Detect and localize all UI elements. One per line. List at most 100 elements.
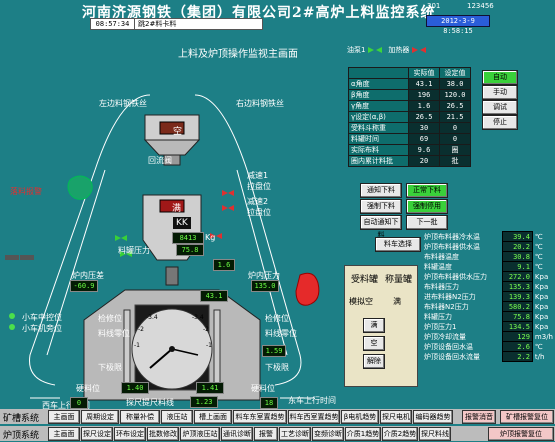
sensor-right-label: 硬料位 (251, 384, 275, 393)
bar1-button[interactable]: 主画面 (48, 410, 80, 424)
row-actual: 43.1 (408, 78, 440, 90)
set-full-button[interactable]: 满 (363, 318, 385, 333)
bar2-button[interactable]: 工艺诊断 (279, 427, 311, 441)
mid-hopper-status: 满 (172, 204, 182, 214)
row-label: γ角度 (348, 100, 409, 112)
row-actual: 20 (408, 155, 440, 167)
value-label: 料罐压力 (424, 312, 452, 321)
hopper-pressure-label: 回流阀 (148, 156, 172, 165)
bar1-button[interactable]: 液压站 (161, 410, 193, 424)
svg-text:-3.4: -3.4 (192, 314, 204, 321)
car-down-label: 小车机旁位 (22, 324, 62, 333)
value-unit: Kpa (534, 272, 549, 281)
table-row: 布料器压力 135.3 Kpa (422, 281, 555, 292)
row-set[interactable]: 0 (439, 122, 471, 134)
release-button[interactable]: 解除 (363, 354, 385, 369)
probe-value-1: 1.40 (121, 382, 149, 394)
valve-red-icon (411, 47, 426, 53)
value-cell: 139.3 (501, 291, 533, 302)
position-label: 拉盘位 (247, 182, 271, 191)
value-label: 布料器N2压力 (424, 302, 469, 311)
row-set[interactable]: 38.0 (439, 78, 471, 90)
bar2-button[interactable]: 变频诊断 (312, 427, 344, 441)
table-row: γ角度 1.6 26.5 (348, 100, 471, 112)
row-label: 实际布料 (348, 144, 409, 156)
bar1-button[interactable]: 探尺电机 (380, 410, 412, 424)
normal-lower-button[interactable]: 正常下料 (406, 183, 448, 198)
bar2-button[interactable]: 主画面 (48, 427, 80, 441)
bar2-button[interactable]: 环布设定 (114, 427, 146, 441)
header-actual: 实际值 (408, 67, 440, 79)
gauge-label-l: 检修位 (98, 314, 122, 323)
value-cell: 134.5 (501, 321, 533, 332)
value-cell: 2.2 (501, 351, 533, 362)
top-alarm-reset-button[interactable]: 炉顶报警复位 (488, 427, 554, 441)
row-set[interactable]: 120.0 (439, 89, 471, 101)
set-empty-button[interactable]: 空 (363, 336, 385, 351)
valve-green-icon (367, 47, 382, 53)
value-label: 炉顶设备回水温 (424, 342, 473, 351)
force-shutdown-button[interactable]: 强制停用 (406, 199, 448, 214)
row-label: 圈内累计料批 (348, 155, 409, 167)
bar2-button[interactable]: 炉顶液压站 (180, 427, 220, 441)
row-label: β角度 (348, 89, 409, 101)
bar2-button[interactable]: 报警 (254, 427, 278, 441)
car-up-label: 小车中控位 (22, 313, 62, 322)
kk-weight: 8413 (172, 232, 204, 244)
alarm-mute-button[interactable]: 报警消音 (462, 410, 496, 424)
mode-auto-button[interactable]: 自动 (482, 70, 518, 85)
label-301: 301 (427, 2, 441, 10)
notify-lower-button[interactable]: 通知下料 (360, 183, 402, 198)
bar1-button[interactable]: 料车西室置趋势 (288, 410, 340, 424)
value-unit: Kpa (534, 282, 549, 291)
table-row: 实际布料 9.6 圈 (348, 144, 471, 156)
value-cell: 30.8 (501, 251, 533, 262)
bar2-button[interactable]: 探尺料线 (419, 427, 451, 441)
bar2-button[interactable]: 批数修改 (147, 427, 179, 441)
table-corner (348, 67, 409, 79)
mode-stop-button[interactable]: 停止 (482, 115, 518, 130)
bar2-button[interactable]: 介质2趋势 (382, 427, 418, 441)
table-row: 炉顶压力1 134.5 Kpa (422, 321, 555, 332)
legend: 油泵1 加热器 (347, 45, 426, 55)
table-row: β角度 196 120.0 (348, 89, 471, 101)
next-batch-button[interactable]: 下一批 (406, 215, 448, 230)
cart-select-button[interactable]: 料车选择 (375, 237, 421, 252)
top-hopper-status: 空 (173, 127, 183, 137)
row-label: γ设定(α,β) (348, 111, 409, 123)
kk-unit: Kg (205, 233, 216, 242)
table-row: 料罐时间 69 0 (348, 133, 471, 145)
bar1-button[interactable]: 周期设定 (81, 410, 119, 424)
table-row: 炉顶冷却流量 129 m3/h (422, 331, 555, 342)
bar2-button[interactable]: 通讯诊断 (221, 427, 253, 441)
force-lower-button[interactable]: 强制下料 (360, 199, 402, 214)
row-set[interactable]: 21.5 (439, 111, 471, 123)
right-wire-label: 右边料钢铁丝 (236, 99, 284, 108)
bar1-button[interactable]: 编码器趋势 (413, 410, 453, 424)
auto-notify-button[interactable]: 自动通知下料 (360, 215, 402, 239)
mode-manual-button[interactable]: 手动 (482, 85, 518, 100)
bar1-button[interactable]: 料车东室置趋势 (233, 410, 287, 424)
cooling-label: 减速1 (247, 171, 269, 180)
right-values-table: 炉顶布料器冷水温 39.4 ℃ 炉顶布料器供水温 20.2 ℃ 布料器温度 30.8 ℃ 料… (422, 231, 555, 362)
header-set: 设定值 (439, 67, 471, 79)
row-set[interactable]: 0 (439, 133, 471, 145)
bar1-button[interactable]: 槽上画面 (194, 410, 232, 424)
east-car-time-label: 东车上行时间 (288, 396, 336, 405)
row-set[interactable]: 26.5 (439, 100, 471, 112)
bar2-button[interactable]: 介质1趋势 (345, 427, 381, 441)
bar2-button[interactable]: 探尺设定 (81, 427, 113, 441)
table-row: α角度 43.1 38.0 (348, 78, 471, 90)
probe-button-label: 探尺提尺料线 (126, 398, 174, 407)
mode-debug-button[interactable]: 调试 (482, 100, 518, 115)
bar1-button[interactable]: β电机趋势 (341, 410, 379, 424)
value-label: 进布料器N2压力 (424, 292, 476, 301)
svg-text:-1: -1 (134, 342, 140, 349)
table-row: 炉顶布料器冷水温 39.4 ℃ (422, 231, 555, 242)
value-cell: 39.4 (501, 231, 533, 242)
table-row: 料罐压力 75.8 Kpa (422, 311, 555, 322)
trough-alarm-reset-button[interactable]: 矿槽报警复位 (500, 410, 554, 424)
bar1-button[interactable]: 称量补偿 (120, 410, 160, 424)
value-label: 炉顶压力1 (424, 322, 457, 331)
table-row: 布料器N2压力 580.2 Kpa (422, 301, 555, 312)
